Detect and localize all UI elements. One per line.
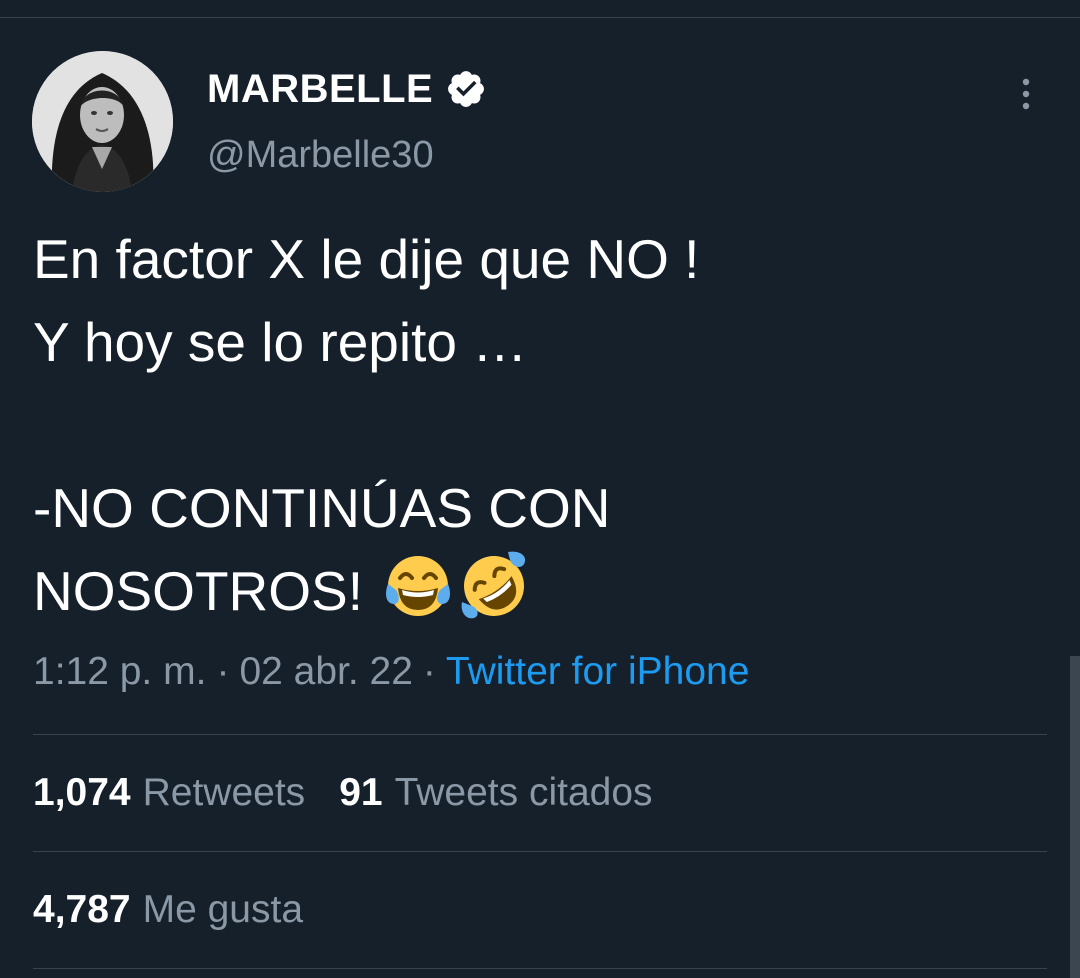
top-divider — [0, 17, 1080, 18]
tweet-meta: 1:12 p. m. · 02 abr. 22 · Twitter for iP… — [33, 650, 749, 694]
engagement-row: 1,074 Retweets 91 Tweets citados — [33, 771, 653, 815]
tweet-source-link[interactable]: Twitter for iPhone — [446, 650, 749, 694]
likes-row: 4,787 Me gusta — [33, 888, 303, 932]
likes-count: 4,787 — [33, 888, 131, 931]
divider — [33, 734, 1047, 735]
verified-badge-icon — [448, 71, 485, 107]
quote-tweets-count: 91 — [339, 771, 383, 814]
meta-separator: · — [216, 650, 230, 693]
retweets-stat[interactable]: 1,074 Retweets — [33, 771, 305, 815]
divider — [33, 968, 1047, 969]
quote-tweets-label: Tweets citados — [394, 771, 653, 814]
avatar[interactable] — [32, 51, 173, 192]
likes-stat[interactable]: 4,787 Me gusta — [33, 888, 303, 932]
quote-tweets-stat[interactable]: 91 Tweets citados — [339, 771, 652, 815]
tweet-body: En factor X le dije que NO ! Y hoy se lo… — [33, 228, 700, 622]
tweet-text: En factor X le dije que NO ! Y hoy se lo… — [33, 218, 1043, 633]
face-with-tears-of-joy-icon — [386, 556, 451, 616]
likes-label: Me gusta — [142, 888, 304, 931]
divider — [33, 851, 1047, 852]
author-handle[interactable]: @Marbelle30 — [207, 134, 434, 177]
scrollbar[interactable] — [1070, 656, 1080, 978]
meta-separator: · — [422, 650, 436, 693]
author-display-name[interactable]: MARBELLE — [207, 67, 433, 112]
rolling-on-floor-laughing-icon — [461, 551, 526, 619]
retweets-label: Retweets — [142, 771, 306, 814]
more-options-icon[interactable] — [1014, 76, 1038, 112]
author-name-row[interactable]: MARBELLE — [207, 66, 487, 112]
tweet-date[interactable]: 02 abr. 22 — [239, 650, 412, 694]
tweet-time[interactable]: 1:12 p. m. — [33, 650, 206, 694]
retweets-count: 1,074 — [33, 771, 131, 814]
avatar-image — [32, 51, 173, 192]
